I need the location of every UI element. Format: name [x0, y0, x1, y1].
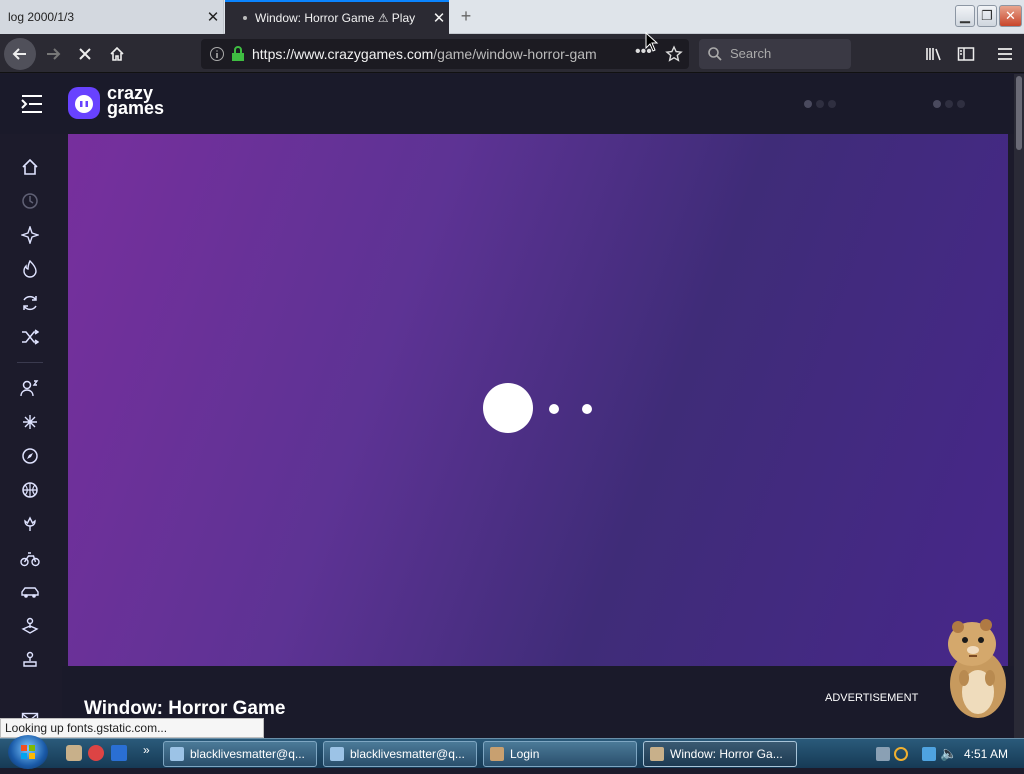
tray-search-icon[interactable]	[894, 747, 908, 761]
menu-button[interactable]	[989, 38, 1021, 70]
logo-face-icon	[75, 95, 93, 113]
refresh-icon[interactable]	[17, 290, 43, 316]
multiplayer-icon[interactable]	[17, 375, 43, 401]
hamster-mascot	[948, 619, 1006, 718]
library-icon	[926, 48, 941, 61]
taskbar-item[interactable]: blacklivesmatter@q...	[323, 741, 477, 767]
search-bar[interactable]: Search	[699, 39, 851, 69]
system-clock[interactable]: 4:51 AM	[964, 747, 1008, 761]
app-icon	[650, 747, 664, 761]
taskbar-item[interactable]: Login	[483, 741, 637, 767]
category-rail	[0, 134, 62, 738]
info-icon[interactable]	[209, 46, 225, 62]
taskbar-item-label: blacklivesmatter@q...	[190, 747, 305, 761]
app-icon	[330, 747, 344, 761]
taskbar-item-label: Login	[510, 747, 540, 761]
browser-tab-bar: log 2000/1/3 ✕ Window: Horror Game ⚠ Pla…	[0, 0, 1024, 34]
quicklaunch-browser-icon[interactable]	[88, 745, 104, 761]
shuffle-icon[interactable]	[17, 324, 43, 350]
tab-title: Window: Horror Game ⚠ Play	[255, 11, 416, 25]
url-text: https://www.crazygames.com/game/window-h…	[252, 46, 602, 62]
hamburger-menu-icon	[998, 48, 1012, 60]
car-icon[interactable]	[17, 579, 43, 605]
crazygames-logo-icon[interactable]	[68, 87, 100, 119]
arrow-left-icon	[12, 48, 26, 60]
sidebar-button[interactable]	[950, 38, 982, 70]
game-frame[interactable]	[68, 134, 1008, 666]
tab-log[interactable]: log 2000/1/3 ✕	[0, 0, 224, 34]
page-scrollbar[interactable]	[1014, 74, 1024, 738]
loading-dot-small	[549, 404, 559, 414]
crazygames-logo-text[interactable]: crazy games	[107, 84, 165, 118]
loading-dot-large	[483, 383, 533, 433]
restore-window-icon[interactable]: ❐	[977, 5, 997, 27]
tray-icon[interactable]	[876, 747, 890, 761]
home-icon[interactable]	[17, 154, 43, 180]
forward-button[interactable]	[37, 38, 69, 70]
start-button[interactable]	[8, 735, 48, 769]
taskbar-item-active[interactable]: Window: Horror Ga...	[643, 741, 797, 767]
tab-window-horror-game[interactable]: Window: Horror Game ⚠ Play ✕	[225, 0, 449, 34]
minimize-window-icon[interactable]: ▁	[955, 5, 975, 27]
loading-placeholder-dots	[933, 100, 965, 108]
taskbar-item-label: blacklivesmatter@q...	[350, 747, 465, 761]
action-icon[interactable]	[17, 409, 43, 435]
volume-icon[interactable]: 🔈	[940, 745, 957, 762]
mouse-cursor-icon	[645, 32, 659, 52]
windows-taskbar: » blacklivesmatter@q... blacklivesmatter…	[0, 735, 1024, 769]
quicklaunch-app-icon[interactable]	[66, 745, 82, 761]
joystick-icon[interactable]	[17, 613, 43, 639]
close-icon[interactable]: ✕	[429, 9, 449, 27]
tab-title: log 2000/1/3	[8, 10, 75, 24]
home-button[interactable]	[101, 38, 133, 70]
sidebar-toggle-icon	[957, 47, 975, 61]
bookmark-star-icon[interactable]	[665, 45, 683, 63]
search-placeholder: Search	[730, 46, 772, 61]
favicon-icon	[243, 16, 247, 20]
search-icon	[708, 47, 722, 61]
new-tab-button[interactable]: +	[455, 6, 477, 27]
lock-icon[interactable]	[231, 46, 245, 62]
quicklaunch-desktop-icon[interactable]	[111, 745, 127, 761]
fire-icon[interactable]	[17, 256, 43, 282]
browser-toolbar: https://www.crazygames.com/game/window-h…	[0, 34, 1024, 73]
close-icon[interactable]: ✕	[203, 8, 223, 26]
basketball-icon[interactable]	[17, 477, 43, 503]
loading-placeholder-dots	[804, 100, 836, 108]
game-title: Window: Horror Game	[84, 698, 286, 719]
advertisement-label: ADVERTISEMENT	[825, 692, 919, 704]
quicklaunch-overflow-icon[interactable]: »	[143, 743, 150, 757]
stop-button[interactable]	[69, 38, 101, 70]
arrow-right-icon	[47, 48, 61, 60]
close-window-icon[interactable]: ✕	[999, 5, 1022, 27]
logo-line-2: games	[107, 98, 165, 118]
site-header: crazy games	[0, 74, 1014, 134]
back-button[interactable]	[4, 38, 36, 70]
sparkle-icon[interactable]	[17, 222, 43, 248]
loading-dot-small	[582, 404, 592, 414]
network-icon[interactable]	[922, 747, 936, 761]
rail-divider	[17, 362, 43, 363]
url-host: https://www.crazygames.com	[252, 46, 434, 62]
flower-icon[interactable]	[17, 511, 43, 537]
sidebar-menu-icon[interactable]	[21, 93, 43, 115]
windows-logo-icon	[21, 745, 35, 759]
stop-icon	[79, 48, 91, 60]
arcade-icon[interactable]	[17, 647, 43, 673]
compass-icon[interactable]	[17, 443, 43, 469]
app-icon	[170, 747, 184, 761]
taskbar-item[interactable]: blacklivesmatter@q...	[163, 741, 317, 767]
bike-icon[interactable]	[17, 545, 43, 571]
taskbar-item-label: Window: Horror Ga...	[670, 747, 783, 761]
scrollbar-thumb[interactable]	[1016, 76, 1022, 150]
library-button[interactable]	[918, 38, 950, 70]
app-icon	[490, 747, 504, 761]
recent-icon[interactable]	[17, 188, 43, 214]
home-icon	[110, 46, 124, 61]
url-bar[interactable]: https://www.crazygames.com/game/window-h…	[201, 39, 689, 69]
url-path: /game/window-horror-gam	[433, 46, 597, 62]
